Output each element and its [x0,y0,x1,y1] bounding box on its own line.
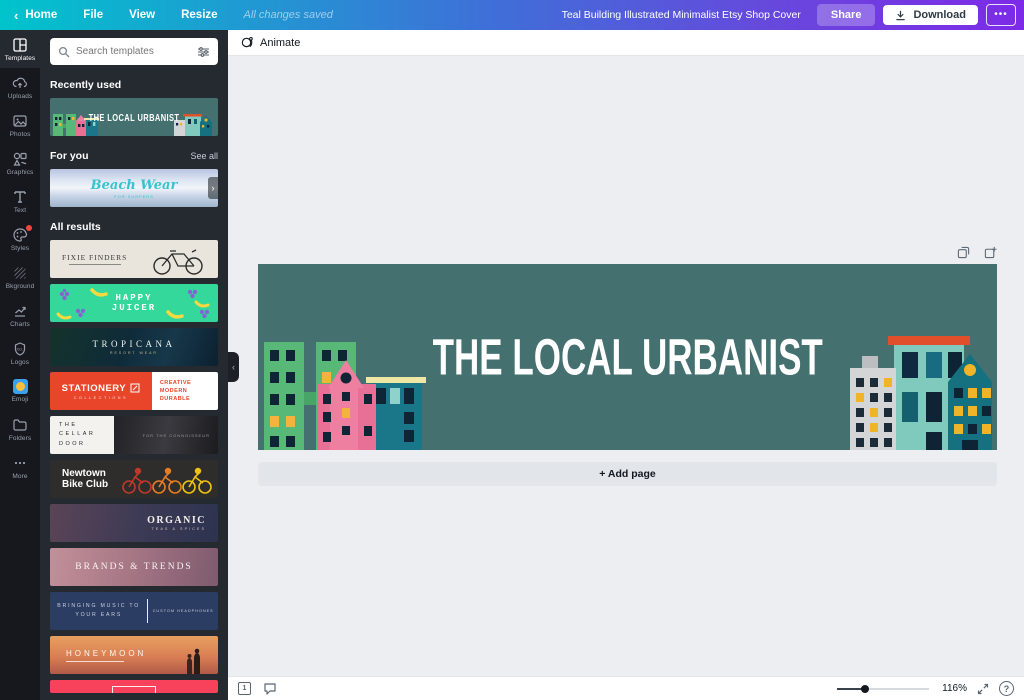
sidebar-item-emoji[interactable]: Emoji [0,372,40,410]
search-icon [58,46,70,58]
background-icon [12,265,28,281]
template-honeymoon[interactable]: HONEYMOON [50,636,218,674]
canvas-area[interactable]: THE LOCAL URBANIST [228,56,1024,676]
search-box[interactable] [50,38,218,65]
upload-cloud-icon [12,75,28,91]
sidebar-item-photos[interactable]: Photos [0,106,40,144]
sidebar-item-graphics[interactable]: Graphics [0,144,40,182]
template-bringing-music[interactable]: BRINGING MUSIC TO YOUR EARS CUSTOM HEADP… [50,592,218,630]
template-tropicana[interactable]: TROPICANA RESORT WEAR [50,328,218,366]
pencil-box-icon [130,383,140,393]
template-cellar-door[interactable]: THE CELLAR DOOR FOR THE CONNOISSEUR [50,416,218,454]
sidebar-item-text[interactable]: Text [0,182,40,220]
share-button[interactable]: Share [817,4,876,26]
template-red-partial[interactable] [50,680,218,693]
more-dots-icon [12,455,28,471]
see-all-link[interactable]: See all [190,151,218,161]
text-icon [12,189,28,205]
panel-collapse-tab[interactable]: ‹ [228,352,239,382]
animate-button[interactable]: Animate [240,36,300,49]
collapse-chevron-icon: ‹ [232,362,235,372]
help-button[interactable]: ? [999,681,1014,696]
fruit-art [50,284,218,322]
canva-editor: ‹ Home File View Resize All changes save… [0,0,1024,700]
notes-icon[interactable] [263,682,277,695]
canvas-toolbar: Animate [228,30,1024,56]
template-beach-wear[interactable]: Beach Wear FOR SURFERS › [50,169,218,207]
section-all-results: All results [50,221,101,233]
workspace: Animate [228,30,1024,700]
sidebar-item-more[interactable]: More [0,448,40,486]
save-status: All changes saved [244,9,333,21]
template-newtown-bike-club[interactable]: Newtown Bike Club [50,460,218,498]
template-fixie-finders[interactable]: FIXIE FINDERS [50,240,218,278]
animate-icon [240,36,253,49]
sidebar-item-styles[interactable]: Styles [0,220,40,258]
download-button[interactable]: Download [883,5,978,25]
zoom-value: 116% [939,683,967,694]
sidebar-item-folders[interactable]: Folders [0,410,40,448]
home-button[interactable]: ‹ Home [14,9,57,22]
resize-menu[interactable]: Resize [181,9,217,21]
view-menu[interactable]: View [129,9,155,21]
sidebar-item-uploads[interactable]: Uploads [0,68,40,106]
topbar-menu: ‹ Home File View Resize All changes save… [14,9,333,22]
section-for-you: For you [50,150,89,162]
filter-icon[interactable] [197,46,210,58]
sidebar-item-background[interactable]: Bkground [0,258,40,296]
bicycle-art [146,246,212,276]
search-input[interactable] [76,46,191,57]
more-options-button[interactable]: ••• [986,4,1016,26]
zoom-slider[interactable] [837,683,929,695]
styles-notification-dot [26,225,32,231]
fullscreen-icon[interactable] [977,683,989,695]
template-organic[interactable]: ORGANIC TEAS & SPICES [50,504,218,542]
page-number-badge[interactable]: 1 [238,682,251,695]
design-page[interactable]: THE LOCAL URBANIST [258,264,997,450]
svg-text:co.: co. [17,346,23,351]
template-happy-juicer[interactable]: HAPPY JUICER [50,284,218,322]
logos-icon: co. [12,341,28,357]
home-label: Home [25,9,57,21]
statusbar: 1 116% ? [228,676,1024,700]
page-actions [957,246,997,259]
right-buildings-art [842,330,997,450]
add-page-button[interactable]: + Add page [258,462,997,486]
photos-icon [12,113,28,129]
topbar-right: Teal Building Illustrated Minimalist Ets… [562,4,1016,26]
templates-panel: Recently used THE LOCAL UR [40,30,228,700]
add-page-icon[interactable] [984,246,997,259]
emoji-icon [13,379,28,394]
template-stationery[interactable]: STATIONERY COLLECTIONS CREATIVE MODERN D… [50,372,218,410]
zoom-slider-knob[interactable] [861,685,869,693]
folder-icon [12,417,28,433]
template-recent-local-urbanist[interactable]: THE LOCAL URBANIST [50,98,218,136]
file-menu[interactable]: File [83,9,103,21]
sidebar: Templates Uploads Photos Grap [0,30,40,700]
cyclists-art [121,465,213,495]
sidebar-item-charts[interactable]: Charts [0,296,40,334]
charts-icon [12,303,28,319]
topbar: ‹ Home File View Resize All changes save… [0,0,1024,30]
back-chevron-icon: ‹ [14,9,18,22]
download-icon [895,10,906,21]
duplicate-page-icon[interactable] [957,246,970,259]
sidebar-item-logos[interactable]: co. Logos [0,334,40,372]
templates-icon [12,37,28,53]
couple-silhouette-art [182,648,204,674]
mini-title: THE LOCAL URBANIST [89,111,180,123]
sidebar-item-templates[interactable]: Templates [0,30,40,68]
graphics-icon [12,151,28,167]
section-recently-used: Recently used [50,79,121,91]
document-title[interactable]: Teal Building Illustrated Minimalist Ets… [562,9,801,21]
carousel-next-button[interactable]: › [208,177,218,199]
template-brands-trends[interactable]: BRANDS & TRENDS [50,548,218,586]
